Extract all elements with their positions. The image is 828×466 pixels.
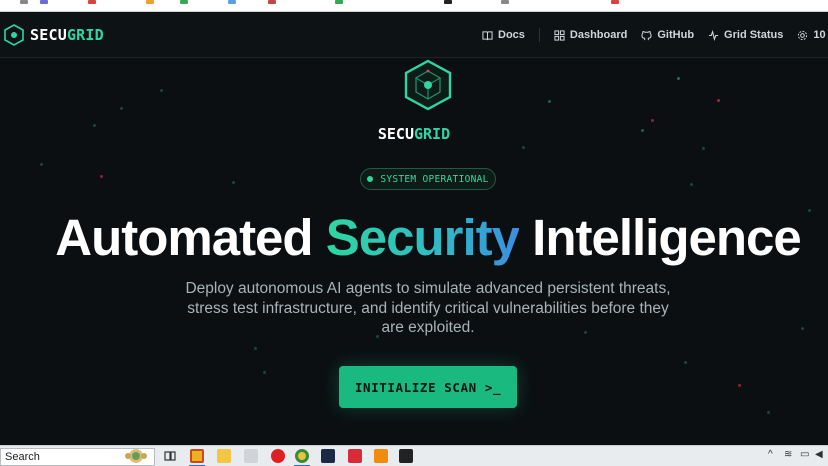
github-icon (641, 30, 652, 40)
hero-description: Deploy autonomous AI agents to simulate … (185, 280, 671, 336)
grid-node (160, 89, 163, 92)
bookmark-icon[interactable] (40, 0, 48, 4)
grid-node (263, 371, 266, 374)
nav-links: Docs Dashboard GitHub Grid Status 10 (482, 28, 828, 42)
nav-grid-status-label: Grid Status (724, 29, 784, 41)
app-icon[interactable] (244, 449, 258, 463)
bookmark-icon[interactable] (180, 0, 188, 4)
grid-node (548, 100, 551, 103)
initialize-scan-button[interactable]: INITIALIZE SCAN >_ (339, 366, 517, 408)
top-navigation: SECUGRID Docs Dashboard GitHub Grid Stat… (0, 12, 828, 58)
hexagon-logo-icon (4, 24, 24, 46)
grid-node (100, 175, 103, 178)
chevron-up-icon[interactable]: ^ (768, 449, 773, 460)
grid-node (702, 147, 705, 150)
grid-node (684, 361, 687, 364)
grid-node (522, 146, 525, 149)
brand-suffix: GRID (66, 26, 104, 44)
grid-node (677, 77, 680, 80)
nav-dashboard-label: Dashboard (569, 29, 628, 41)
system-status-badge: SYSTEM OPERATIONAL (360, 168, 496, 190)
battery-icon: ▭ (800, 449, 810, 460)
bookmark-icon[interactable] (335, 0, 343, 4)
app-icon[interactable] (321, 449, 335, 463)
grid-node (767, 411, 770, 414)
status-dot-icon (367, 176, 374, 182)
wps-office-icon[interactable] (348, 449, 362, 463)
bookmark-icon[interactable] (146, 0, 154, 4)
grid-node (232, 181, 235, 184)
nav-github-link[interactable]: GitHub (641, 29, 694, 41)
task-view-icon[interactable] (163, 449, 177, 463)
sticky-notes-icon[interactable] (190, 449, 204, 463)
opera-icon[interactable] (271, 449, 285, 463)
headline-part1: Automated (55, 209, 326, 266)
nav-settings-label: 10 (813, 29, 826, 41)
grid-node (254, 347, 257, 350)
brand-logo[interactable]: SECUGRID (4, 24, 104, 46)
cube-logo-icon (404, 59, 452, 111)
browser-bookmark-bar (0, 0, 828, 12)
grid-node (651, 119, 654, 122)
chrome-icon[interactable] (295, 449, 309, 463)
volume-icon: ◀ (815, 449, 823, 460)
bookmark-icon[interactable] (501, 0, 509, 4)
bookmark-icon[interactable] (444, 0, 452, 4)
gear-icon (798, 30, 808, 40)
grid-node (690, 183, 693, 186)
nav-github-label: GitHub (657, 29, 695, 41)
nav-docs-label: Docs (498, 29, 525, 41)
bookmark-icon[interactable] (20, 0, 28, 4)
grid-node (120, 107, 123, 110)
nav-docs-link[interactable]: Docs (482, 29, 525, 41)
nav-divider (538, 28, 540, 42)
bookmark-icon[interactable] (88, 0, 96, 4)
hero-brand-name: SECUGRID (0, 125, 828, 143)
vlc-icon[interactable] (374, 449, 388, 463)
bookmark-icon[interactable] (228, 0, 236, 4)
grid-node (738, 384, 741, 387)
nav-grid-status-link[interactable]: Grid Status (708, 29, 783, 41)
nav-settings-link[interactable]: 10 (797, 29, 826, 41)
status-text: SYSTEM OPERATIONAL (380, 173, 489, 185)
book-icon (482, 30, 493, 40)
grid-node (717, 99, 720, 102)
dashboard-icon (554, 29, 565, 41)
grid-node (801, 327, 804, 330)
hero-headline: Automated Security Intelligence (0, 208, 828, 267)
file-explorer-icon[interactable] (217, 449, 231, 463)
bookmark-icon[interactable] (268, 0, 276, 4)
bookmark-icon[interactable] (611, 0, 619, 4)
headline-part2: Intelligence (519, 209, 802, 266)
os-taskbar: Search ^ ≋ ▭ ◀ (0, 445, 828, 466)
wifi-icon: ≋ (784, 449, 793, 460)
headline-accent: Security (325, 209, 520, 266)
hero-brand-suffix: GRID (414, 125, 451, 143)
hero-brand-prefix: SECU (377, 125, 414, 143)
activity-icon (708, 29, 719, 41)
brand-prefix: SECU (30, 26, 67, 44)
grid-node (40, 163, 43, 166)
search-highlight-icon (125, 449, 147, 463)
taskbar-search-label: Search (5, 451, 40, 463)
terminal-icon[interactable] (399, 449, 413, 463)
hero-section: SECUGRID SYSTEM OPERATIONAL Automated Se… (0, 59, 828, 445)
brand-name: SECUGRID (30, 26, 104, 44)
nav-dashboard-link[interactable]: Dashboard (554, 29, 627, 41)
